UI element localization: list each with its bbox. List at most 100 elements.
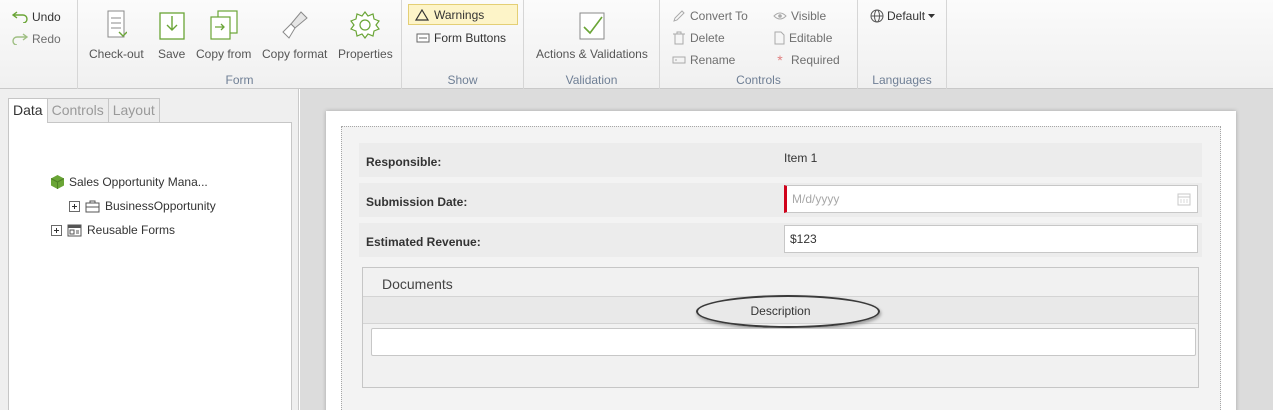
redo-icon	[12, 33, 28, 45]
asterisk-icon: *	[777, 52, 783, 68]
form-buttons-toggle[interactable]: Form Buttons	[416, 29, 506, 47]
trash-icon	[673, 31, 685, 45]
required-toggle[interactable]: * Required	[773, 51, 840, 69]
field-row-estimated-revenue[interactable]: Estimated Revenue: $123	[359, 223, 1202, 257]
editable-toggle[interactable]: Editable	[773, 29, 832, 47]
delete-button[interactable]: Delete	[672, 29, 725, 47]
tree-label: Reusable Forms	[87, 223, 176, 237]
language-label: Default	[887, 9, 926, 23]
expand-icon[interactable]	[69, 200, 80, 212]
documents-column-header: Description	[363, 295, 1198, 328]
convert-to-button[interactable]: Convert To	[672, 7, 748, 25]
save-button[interactable]: Save	[158, 6, 185, 61]
highlight-circle	[696, 295, 880, 328]
tab-data[interactable]: Data	[8, 98, 48, 123]
cube-icon	[51, 175, 64, 189]
redo-button[interactable]: Redo	[12, 30, 61, 48]
tree-node-sales-opportunity[interactable]: Sales Opportunity Mana...	[51, 173, 208, 191]
field-label: Submission Date:	[366, 195, 468, 209]
tree-label: Sales Opportunity Mana...	[69, 175, 208, 189]
checkout-icon	[107, 10, 128, 38]
warnings-label: Warnings	[434, 7, 485, 22]
tree-label: BusinessOpportunity	[105, 199, 216, 213]
date-input[interactable]: M/d/yyyy	[784, 185, 1198, 213]
data-tree: Sales Opportunity Mana... BusinessOpport…	[8, 122, 292, 410]
tab-controls[interactable]: Controls	[46, 98, 109, 122]
copy-from-label: Copy from	[196, 47, 252, 61]
controls-group-caption: Controls	[736, 73, 781, 87]
pencil-icon	[673, 10, 685, 22]
tree-node-business-opportunity[interactable]: BusinessOpportunity	[69, 197, 216, 215]
eye-icon	[773, 12, 787, 20]
field-row-submission-date[interactable]: Submission Date: M/d/yyyy	[359, 183, 1202, 217]
show-group: Warnings Form Buttons Show	[402, 0, 524, 89]
description-input[interactable]	[371, 328, 1196, 356]
paintbrush-icon	[281, 11, 308, 39]
controls-group: Convert To Delete Rename Visible Editabl…	[660, 0, 858, 89]
field-value: Item 1	[784, 151, 818, 165]
checkout-button[interactable]: Check-out	[89, 6, 144, 61]
languages-group-caption: Languages	[872, 73, 932, 87]
gear-icon	[350, 11, 381, 39]
panel-tabs: Data Controls Layout	[8, 98, 160, 123]
form-group-caption: Form	[225, 73, 254, 87]
language-dropdown[interactable]: Default	[870, 7, 936, 25]
redo-label: Redo	[32, 32, 61, 46]
validation-group-caption: Validation	[565, 73, 618, 87]
save-label: Save	[158, 47, 186, 61]
revenue-input[interactable]: $123	[784, 225, 1198, 253]
form-page: Responsible: Item 1 Submission Date: M/d…	[326, 111, 1236, 410]
form-buttons-icon	[416, 33, 430, 43]
editable-label: Editable	[789, 31, 833, 45]
documents-title: Documents	[382, 276, 453, 292]
languages-group: Default Languages	[858, 0, 947, 89]
properties-label: Properties	[338, 47, 393, 61]
visible-label: Visible	[791, 9, 827, 23]
actions-validations-label: Actions & Validations	[536, 47, 648, 61]
forms-icon	[67, 224, 82, 236]
form-buttons-label: Form Buttons	[434, 31, 507, 45]
date-placeholder: M/d/yyyy	[792, 192, 840, 206]
properties-button[interactable]: Properties	[338, 6, 393, 61]
globe-icon	[870, 9, 884, 23]
expand-icon[interactable]	[51, 224, 62, 236]
copy-from-icon	[210, 10, 238, 40]
convert-to-label: Convert To	[690, 9, 748, 23]
save-icon	[159, 12, 185, 40]
field-label: Responsible:	[366, 155, 442, 169]
visible-toggle[interactable]: Visible	[773, 7, 826, 25]
revenue-value: $123	[790, 232, 817, 246]
delete-label: Delete	[690, 31, 725, 45]
rename-button[interactable]: Rename	[672, 51, 735, 69]
undo-label: Undo	[32, 10, 61, 24]
validation-group: Actions & Validations Validation	[524, 0, 660, 89]
undo-icon	[12, 11, 28, 23]
copy-from-button[interactable]: Copy from	[196, 6, 251, 61]
ribbon-toolbar: Undo Redo Check-out Save Copy from Copy …	[0, 0, 1273, 89]
document-icon	[774, 31, 785, 45]
briefcase-icon	[85, 200, 100, 212]
tree-node-reusable-forms[interactable]: Reusable Forms	[51, 221, 175, 239]
form-designer: Responsible: Item 1 Submission Date: M/d…	[341, 126, 1221, 410]
chevron-down-icon	[928, 13, 936, 18]
documents-section[interactable]: Documents Description	[362, 267, 1199, 388]
copy-format-label: Copy format	[262, 47, 328, 61]
field-row-responsible[interactable]: Responsible: Item 1	[359, 143, 1202, 177]
form-group: Check-out Save Copy from Copy format Pro…	[78, 0, 402, 89]
actions-validations-button[interactable]: Actions & Validations	[536, 6, 648, 61]
form-canvas: Responsible: Item 1 Submission Date: M/d…	[300, 89, 1273, 410]
warning-icon	[415, 8, 429, 21]
warnings-toggle[interactable]: Warnings	[408, 4, 518, 25]
left-panel: Data Controls Layout Sales Opportunity M…	[0, 89, 299, 410]
copy-format-button[interactable]: Copy format	[262, 6, 327, 61]
field-label: Estimated Revenue:	[366, 235, 481, 249]
calendar-icon[interactable]	[1177, 192, 1191, 206]
checkmark-box-icon	[579, 12, 605, 40]
undo-redo-group: Undo Redo	[0, 0, 78, 89]
rename-label: Rename	[690, 53, 736, 67]
checkout-label: Check-out	[89, 47, 144, 61]
tab-layout[interactable]: Layout	[107, 98, 160, 122]
required-label: Required	[791, 53, 840, 67]
show-group-caption: Show	[447, 73, 478, 87]
undo-button[interactable]: Undo	[12, 8, 61, 26]
